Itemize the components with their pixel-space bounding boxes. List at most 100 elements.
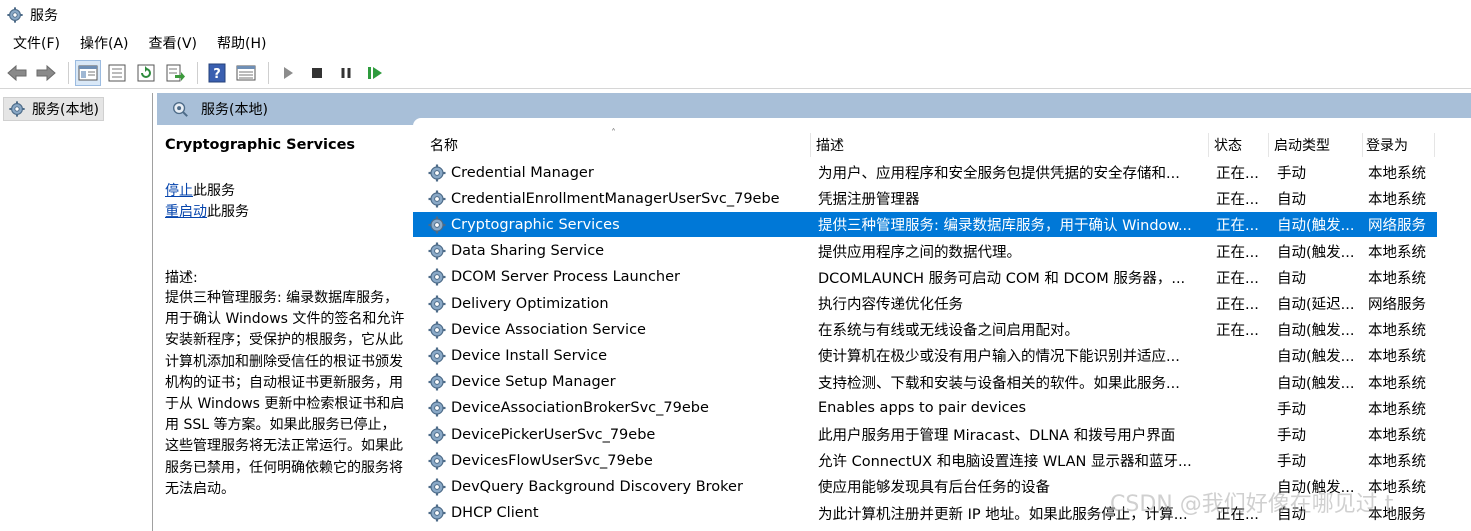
description-label: 描述:: [165, 270, 198, 286]
table-row[interactable]: Data Sharing Service 提供应用程序之间的数据代理。 正在... 自…: [413, 239, 1437, 264]
stop-service-button[interactable]: [304, 60, 330, 86]
help-button[interactable]: ?: [204, 60, 230, 86]
service-status: [1216, 474, 1268, 499]
service-gear-icon: [427, 186, 449, 211]
back-button[interactable]: [4, 60, 30, 86]
service-logon-as: 本地系统: [1368, 270, 1426, 287]
view-icon: [236, 65, 256, 80]
service-name: Device Install Service: [451, 347, 608, 364]
pane-header-title: 服务(本地): [201, 102, 268, 118]
services-list: ˄ 名称 描述 状态 启动类型 登录为 Credential Manager 为用…: [413, 118, 1471, 531]
menu-view[interactable]: 查看(V): [142, 30, 205, 56]
column-header-logon-as[interactable]: 登录为: [1363, 133, 1435, 157]
table-row[interactable]: Credential Manager 为用户、应用程序和安全服务包提供凭据的安全存…: [413, 160, 1437, 185]
restart-action: 重启动此服务: [165, 202, 405, 223]
refresh-button[interactable]: [133, 60, 159, 86]
service-startup-type: 自动(触发...: [1277, 349, 1355, 366]
forward-button[interactable]: [33, 60, 59, 86]
service-description: 在系统与有线或无线设备之间启用配对。: [818, 323, 1079, 340]
menu-help[interactable]: 帮助(H): [210, 30, 273, 56]
table-row[interactable]: DHCP Client 为此计算机注册并更新 IP 地址。如果此服务停止，计算..…: [413, 501, 1437, 526]
services-gear-icon: [7, 6, 23, 23]
menu-action[interactable]: 操作(A): [73, 30, 136, 56]
table-row[interactable]: Device Setup Manager 支持检测、下载和安装与设备相关的软件。如…: [413, 370, 1437, 395]
service-status: 正在...: [1216, 192, 1259, 209]
pause-service-button[interactable]: [333, 60, 359, 86]
stop-icon: [312, 67, 322, 78]
table-row[interactable]: DevicesFlowUserSvc_79ebe 允许 ConnectUX 和电脑…: [413, 448, 1437, 473]
service-name: DCOM Server Process Launcher: [451, 269, 680, 286]
toolbar-separator: [268, 61, 269, 84]
table-row[interactable]: DeviceAssociationBrokerSvc_79ebe Enables …: [413, 396, 1437, 421]
list-header: ˄ 名称 描述 状态 启动类型 登录为: [413, 128, 1471, 157]
column-header-name[interactable]: 名称: [427, 133, 811, 157]
service-description: 支持检测、下载和安装与设备相关的软件。如果此服务...: [818, 375, 1180, 392]
service-logon-as: 本地系统: [1368, 454, 1426, 471]
export-list-icon: [166, 64, 185, 81]
table-row[interactable]: DevicePickerUserSvc_79ebe 此用户服务用于管理 Mirac…: [413, 422, 1437, 447]
service-logon-as: 本地系统: [1368, 244, 1426, 261]
menu-file[interactable]: 文件(F): [6, 30, 67, 56]
title-bar: 服务: [0, 0, 1471, 29]
view-button[interactable]: [233, 60, 259, 86]
column-header-description[interactable]: 描述: [813, 133, 1209, 157]
service-startup-type: 自动(延迟...: [1277, 297, 1355, 313]
show-hide-tree-button[interactable]: [75, 59, 101, 86]
service-name: Cryptographic Services: [451, 216, 620, 233]
tree-item-services-local[interactable]: 服务(本地): [3, 97, 104, 121]
column-header-startup-type[interactable]: 启动类型: [1271, 133, 1363, 157]
forward-icon: [36, 64, 56, 81]
service-startup-type: 手动: [1277, 428, 1306, 444]
service-name: DevicesFlowUserSvc_79ebe: [451, 452, 653, 469]
pause-icon: [341, 67, 351, 78]
service-name: Data Sharing Service: [451, 243, 605, 260]
service-description: 此用户服务用于管理 Miracast、DLNA 和拨号用户界面: [818, 428, 1176, 444]
service-startup-type: 自动(触发...: [1277, 323, 1355, 340]
description-text: 提供三种管理服务: 编录数据库服务，用于确认 Windows 文件的签名和允许安…: [165, 290, 405, 497]
service-name: Device Association Service: [451, 321, 646, 338]
service-status: [1216, 370, 1268, 395]
service-gear-icon: [427, 291, 449, 316]
restart-action-suffix: 此服务: [207, 204, 249, 220]
service-startup-type: 手动: [1277, 166, 1306, 182]
service-startup-type: 自动: [1277, 192, 1306, 209]
toolbar: ?: [0, 57, 1471, 89]
properties-button[interactable]: [104, 60, 130, 86]
service-description: 凭据注册管理器: [818, 192, 920, 209]
service-status: 正在...: [1216, 244, 1259, 261]
service-name: Delivery Optimization: [451, 295, 609, 312]
toolbar-separator: [68, 61, 69, 84]
refresh-icon: [137, 64, 155, 81]
service-name: Credential Manager: [451, 164, 594, 181]
table-row[interactable]: Device Install Service 使计算机在极少或没有用户输入的情况下…: [413, 343, 1437, 368]
export-list-button[interactable]: [162, 60, 188, 86]
help-icon: ?: [208, 63, 226, 82]
service-logon-as: 本地系统: [1368, 323, 1426, 340]
service-startup-type: 自动(触发...: [1277, 218, 1355, 235]
service-gear-icon: [427, 212, 449, 237]
table-row[interactable]: Delivery Optimization 执行内容传递优化任务 正在... 自动(延…: [413, 291, 1437, 316]
table-row[interactable]: Device Association Service 在系统与有线或无线设备之间启…: [413, 317, 1437, 342]
service-logon-as: 本地系统: [1368, 480, 1426, 497]
start-service-button[interactable]: [275, 60, 301, 86]
service-status: [1216, 343, 1268, 368]
table-row[interactable]: Cryptographic Services 提供三种管理服务: 编录数据库服务，…: [413, 212, 1437, 238]
service-gear-icon: [427, 422, 449, 447]
service-status: 正在...: [1216, 270, 1259, 287]
column-header-status[interactable]: 状态: [1211, 133, 1269, 157]
stop-service-link[interactable]: 停止: [165, 183, 193, 199]
service-startup-type: 自动(触发...: [1277, 244, 1355, 261]
service-gear-icon: [427, 370, 449, 395]
table-row[interactable]: DevQuery Background Discovery Broker 使应用能…: [413, 474, 1437, 499]
service-gear-icon: [427, 317, 449, 342]
table-row[interactable]: DCOM Server Process Launcher DCOMLAUNCH 服…: [413, 265, 1437, 290]
service-description: 执行内容传递优化任务: [818, 297, 963, 313]
restart-service-link[interactable]: 重启动: [165, 204, 207, 220]
service-gear-icon: [427, 448, 449, 473]
resume-service-button[interactable]: [362, 60, 388, 86]
svg-text:?: ?: [213, 67, 221, 82]
service-startup-type: 自动(触发...: [1277, 480, 1355, 497]
service-logon-as: 本地系统: [1368, 349, 1426, 366]
table-row[interactable]: CredentialEnrollmentManagerUserSvc_79ebe…: [413, 186, 1437, 211]
start-icon: [284, 66, 293, 79]
